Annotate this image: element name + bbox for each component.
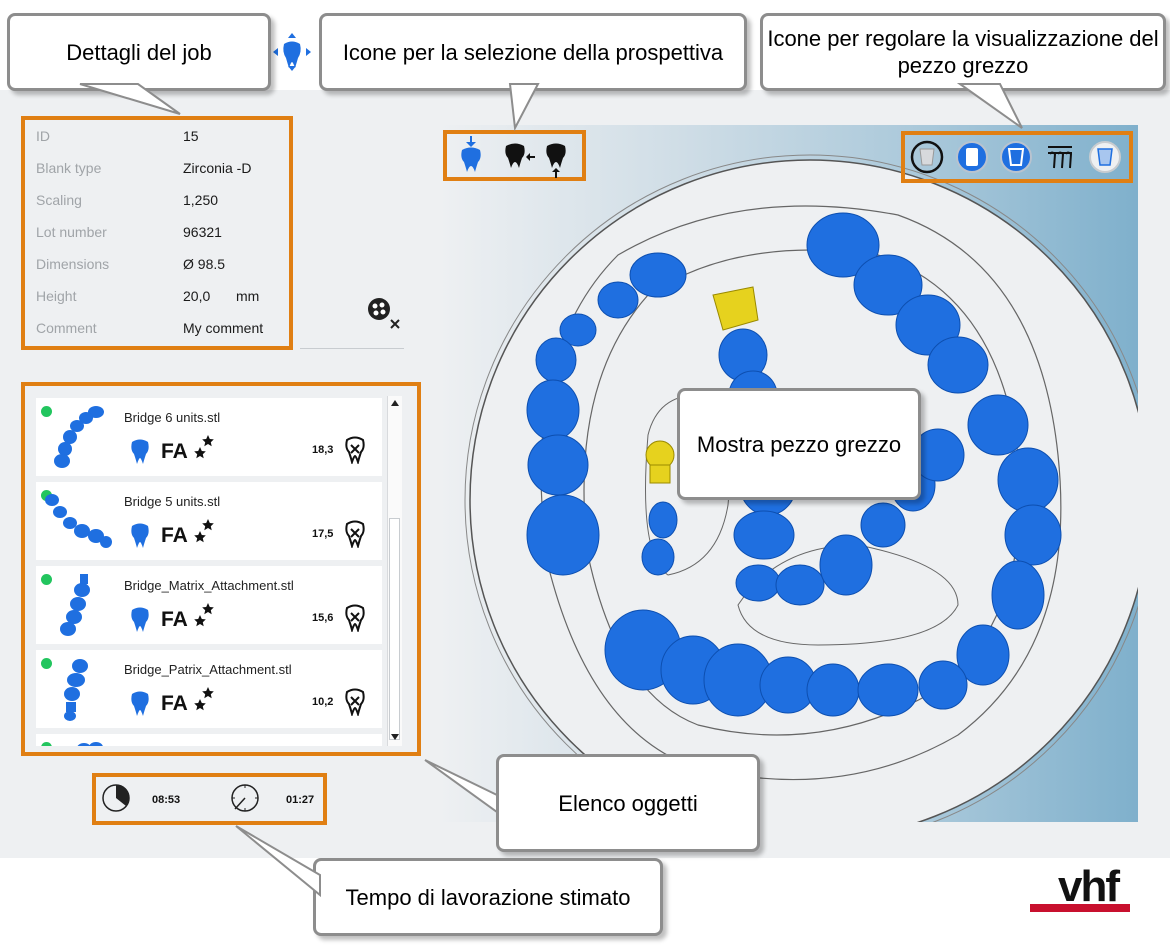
blank-outline-icon[interactable] <box>910 139 944 175</box>
bottom-view-icon[interactable] <box>545 143 567 179</box>
blank-white-icon[interactable] <box>955 139 989 175</box>
callout-pointers <box>79 83 1023 898</box>
blank-solid-icon[interactable] <box>999 139 1033 175</box>
bridge-framework-icon[interactable] <box>1045 142 1075 172</box>
blank-transparent-icon[interactable] <box>1088 139 1122 175</box>
side-view-icon[interactable] <box>504 143 536 173</box>
top-view-icon[interactable] <box>460 136 482 174</box>
